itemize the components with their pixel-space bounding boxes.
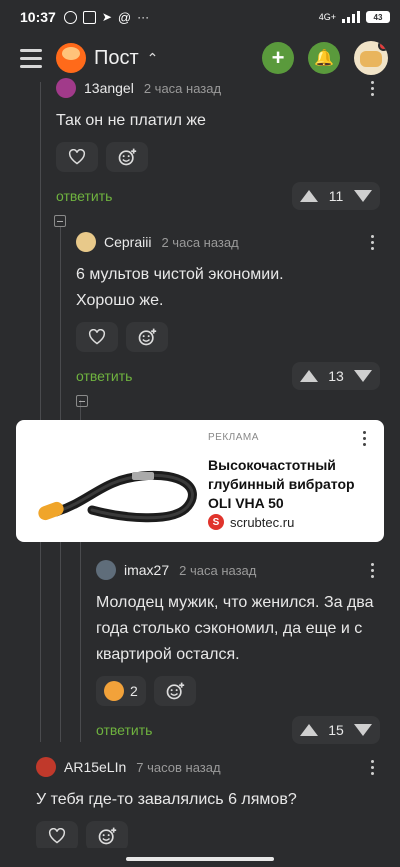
smiley-plus-icon	[98, 827, 117, 845]
comment: Cepraiii 2 часа назад 6 мультов чистой э…	[76, 232, 380, 390]
reply-link[interactable]: ответить	[76, 368, 132, 384]
hamburger-icon[interactable]	[20, 48, 42, 68]
comment-text: Так он не платил же	[56, 112, 206, 129]
scrubtec-logo-icon: S	[208, 514, 224, 530]
app-notification-icon	[82, 10, 96, 24]
pikabu-logo[interactable]	[56, 43, 86, 73]
smiley-plus-icon	[166, 682, 184, 700]
reply-link[interactable]: ответить	[96, 722, 152, 738]
heart-icon	[68, 149, 86, 165]
more-options-icon[interactable]	[364, 232, 380, 252]
rating-value: 11	[328, 188, 344, 204]
plus-icon: +	[271, 45, 285, 70]
rating-control: 15	[292, 716, 380, 744]
app-header: Пост ⌃ + 🔔	[0, 34, 400, 82]
comment-time: 2 часа назад	[143, 80, 222, 96]
comment-author[interactable]: imax27	[124, 562, 169, 578]
comment-author[interactable]: Cepraiii	[104, 234, 151, 250]
comment-author[interactable]: 13angel	[84, 80, 134, 96]
signal-icon	[342, 11, 360, 23]
network-type: 4G+	[318, 12, 336, 22]
notifications-button[interactable]: 🔔	[308, 42, 340, 74]
system-nav-bar	[0, 848, 400, 867]
rating-control: 11	[292, 182, 380, 210]
triangle-down-icon[interactable]	[353, 190, 372, 202]
comment: AR15eLIn 7 часов назад У тебя где-то зав…	[36, 757, 380, 851]
add-reaction-button[interactable]	[106, 142, 148, 172]
more-options-icon[interactable]	[364, 757, 380, 777]
reply-link[interactable]: ответить	[56, 188, 112, 204]
reaction-button[interactable]: 2	[96, 676, 146, 706]
like-button[interactable]	[56, 142, 98, 172]
comment-time: 2 часа назад	[179, 562, 257, 578]
collapse-thread-icon[interactable]	[54, 215, 66, 227]
more-options-icon[interactable]	[364, 78, 380, 98]
telegram-icon: ➤	[101, 10, 112, 24]
triangle-down-icon[interactable]	[353, 724, 372, 736]
like-button[interactable]	[76, 322, 118, 352]
comment: 13angel 2 часа назад Так он не платил же…	[56, 78, 380, 210]
ad-product-image[interactable]	[32, 440, 208, 528]
thread-line	[40, 82, 41, 742]
comment: imax27 2 часа назад Молодец мужик, что ж…	[96, 560, 380, 744]
ad-more-options-icon[interactable]	[356, 428, 372, 448]
page-title: Пост	[94, 46, 139, 69]
triangle-down-icon[interactable]	[353, 370, 372, 382]
add-post-button[interactable]: +	[262, 42, 294, 74]
battery-icon: 43	[366, 11, 390, 23]
ad-source[interactable]: S scrubtec.ru	[208, 514, 294, 530]
avatar[interactable]	[76, 232, 96, 252]
ad-banner[interactable]: РЕКЛАМА Высокочастотный глубинный вибрат…	[16, 420, 384, 542]
triangle-up-icon[interactable]	[300, 190, 318, 202]
smiley-plus-icon	[118, 148, 137, 166]
notification-dot	[378, 41, 388, 51]
avatar[interactable]	[96, 560, 116, 580]
heart-icon	[48, 828, 66, 844]
comment-author[interactable]: AR15eLIn	[64, 759, 126, 775]
comment-time: 2 часа назад	[161, 234, 239, 250]
notification-icons: ➤ @ ···	[63, 9, 150, 25]
comment-text: У тебя где-то завалялись 6 лямов?	[36, 791, 297, 808]
comment-time: 7 часов назад	[136, 759, 221, 775]
reaction-count: 2	[130, 683, 138, 699]
comment-text: 6 мультов чистой экономии. Хорошо же.	[76, 266, 284, 309]
rating-value: 15	[328, 722, 344, 738]
alarm-icon	[63, 10, 77, 24]
rating-value: 13	[328, 368, 344, 384]
triangle-up-icon[interactable]	[300, 724, 318, 736]
rating-control: 13	[292, 362, 380, 390]
like-button[interactable]	[36, 821, 78, 851]
ad-label: РЕКЛАМА	[208, 432, 259, 443]
status-bar: 10:37 ➤ @ ··· 4G+ 43	[0, 0, 400, 34]
profile-avatar[interactable]	[354, 41, 388, 75]
avatar[interactable]	[56, 78, 76, 98]
laughing-emoji-icon	[104, 681, 124, 701]
add-reaction-button[interactable]	[126, 322, 168, 352]
more-notifications-icon: ···	[137, 10, 150, 24]
collapse-thread-icon[interactable]	[76, 395, 88, 407]
ad-source-domain: scrubtec.ru	[230, 514, 295, 530]
heart-icon	[88, 329, 106, 345]
battery-level: 43	[373, 12, 383, 22]
status-time: 10:37	[20, 9, 56, 25]
at-icon: @	[117, 9, 132, 25]
chevron-up-icon[interactable]: ⌃	[147, 50, 159, 67]
comment-text: Молодец мужик, что женился. За два года …	[96, 594, 374, 663]
add-reaction-button[interactable]	[86, 821, 128, 851]
ad-title[interactable]: Высокочастотный глубинный вибратор OLI V…	[208, 456, 376, 513]
bell-icon: 🔔	[314, 50, 334, 67]
triangle-up-icon[interactable]	[300, 370, 318, 382]
smiley-plus-icon	[138, 328, 157, 346]
home-indicator[interactable]	[126, 857, 274, 861]
more-options-icon[interactable]	[364, 560, 380, 580]
add-reaction-button[interactable]	[153, 676, 196, 706]
avatar[interactable]	[36, 757, 56, 777]
